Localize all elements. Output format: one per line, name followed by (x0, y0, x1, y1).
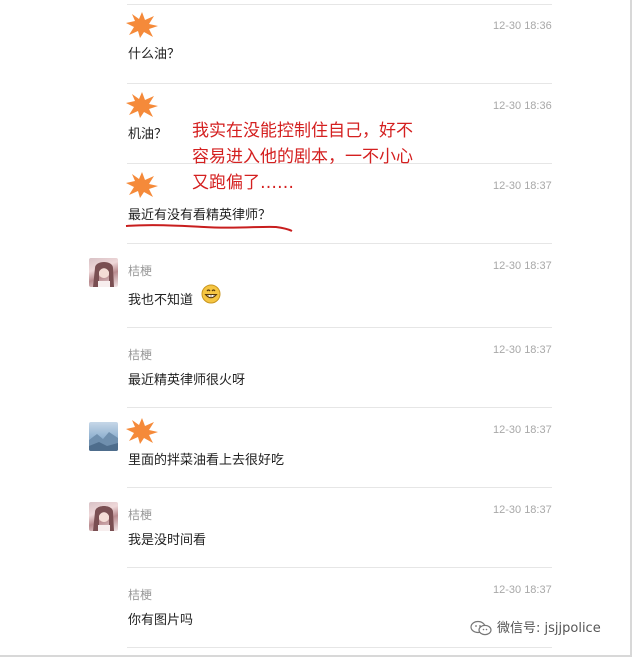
message-text: 里面的拌菜油看上去很好吃 (128, 453, 285, 468)
message-time: 12-30 18:37 (493, 180, 552, 192)
message-text: 我也不知道 (128, 293, 194, 308)
annotation-line: 我实在没能控制住自己，好不 (192, 121, 413, 141)
message-time: 12-30 18:36 (493, 20, 552, 32)
message-text: 你有图片吗 (128, 613, 194, 628)
grin-emoji-icon (201, 284, 221, 304)
divider (127, 647, 552, 648)
avatar-photo-icon (93, 506, 114, 531)
divider (127, 327, 552, 328)
name-mask-icon (126, 12, 158, 38)
avatar[interactable] (89, 502, 118, 531)
message-text: 机油？ (128, 127, 168, 142)
message-time: 12-30 18:37 (493, 344, 552, 356)
message-text: 我是没时间看 (128, 533, 207, 548)
sender-name: 桔梗 (128, 264, 153, 278)
message-time: 12-30 18:37 (493, 504, 552, 516)
message-text: 最近精英律师很火呀 (128, 373, 246, 388)
wechat-icon (470, 620, 492, 636)
divider (127, 243, 552, 244)
sender-name: 桔梗 (128, 588, 153, 602)
divider (127, 4, 552, 5)
red-underline-mark (125, 224, 293, 232)
divider (127, 567, 552, 568)
name-mask-icon (126, 92, 158, 118)
chat-frame (0, 0, 632, 657)
avatar[interactable] (89, 258, 118, 287)
red-annotation-note: 我实在没能控制住自己，好不 容易进入他的剧本，一不小心 又跑偏了…… (192, 118, 462, 196)
message-time: 12-30 18:37 (493, 260, 552, 272)
divider (127, 487, 552, 488)
watermark-text: 微信号: jsjjpolice (497, 621, 601, 636)
divider (127, 407, 552, 408)
sender-name: 桔梗 (128, 348, 153, 362)
message-time: 12-30 18:37 (493, 424, 552, 436)
annotation-line: 容易进入他的剧本，一不小心 (192, 147, 413, 167)
name-mask-icon (126, 418, 158, 444)
annotation-line: 又跑偏了…… (192, 173, 294, 193)
avatar[interactable] (89, 422, 118, 451)
divider (127, 83, 552, 84)
avatar-photo-icon (89, 432, 118, 451)
message-time: 12-30 18:37 (493, 584, 552, 596)
message-time: 12-30 18:36 (493, 100, 552, 112)
name-mask-icon (126, 172, 158, 198)
avatar-photo-icon (93, 262, 114, 287)
message-text: 什么油？ (128, 47, 181, 62)
sender-name: 桔梗 (128, 508, 153, 522)
